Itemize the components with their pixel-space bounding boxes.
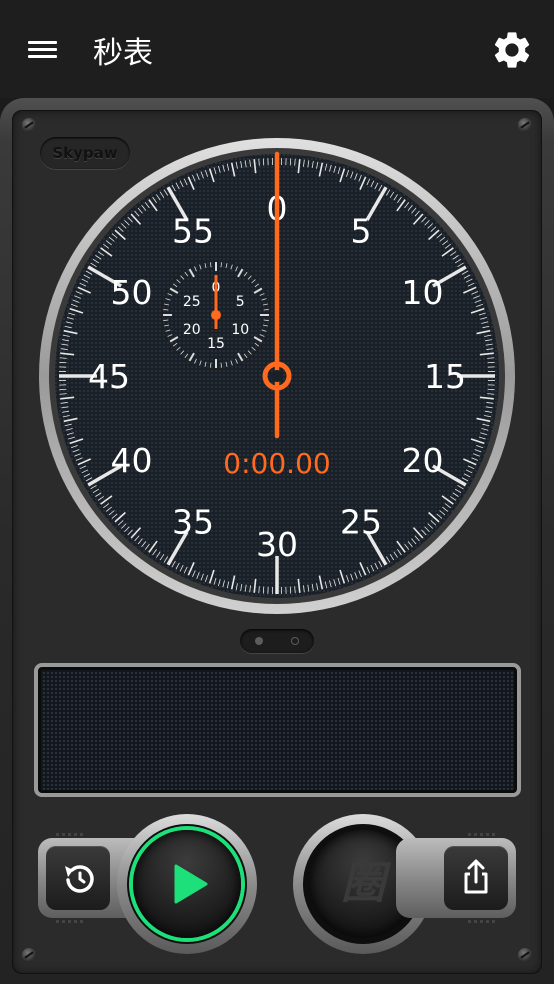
subdial-tick <box>220 262 222 268</box>
elapsed-time-display: 0:00.00 <box>223 447 330 480</box>
grip-marks <box>468 920 498 923</box>
subdial-tick <box>210 362 212 368</box>
stopwatch-dial: 0510152025303540455055 0510152025 0:00.0… <box>39 138 515 614</box>
subdial-tick <box>220 362 222 368</box>
start-button-housing <box>117 814 257 954</box>
gear-icon <box>494 32 530 68</box>
dial-number: 15 <box>424 357 466 396</box>
page-indicator[interactable] <box>240 629 314 653</box>
screw-icon <box>22 118 36 132</box>
dial-number: 25 <box>340 502 382 541</box>
dial-number: 30 <box>256 525 298 564</box>
grip-marks <box>56 833 86 836</box>
dial-number: 40 <box>111 441 153 480</box>
subdial-tick <box>210 262 212 268</box>
dial-number: 20 <box>401 441 443 480</box>
share-button[interactable] <box>444 846 508 910</box>
settings-button[interactable] <box>490 28 534 72</box>
start-button-ring <box>127 824 247 944</box>
subdial-tick <box>163 319 169 321</box>
screw-icon <box>22 948 36 962</box>
subdial-number: 10 <box>231 322 249 338</box>
dial-number: 5 <box>351 212 372 251</box>
subdial-tick <box>163 309 169 311</box>
menu-button[interactable] <box>22 30 62 70</box>
subdial-number: 25 <box>183 294 201 310</box>
grip-marks <box>56 920 86 923</box>
lap-list <box>34 663 521 797</box>
dial-number: 10 <box>401 273 443 312</box>
dial-number: 35 <box>172 502 214 541</box>
screw-icon <box>518 948 532 962</box>
subdial-number: 5 <box>236 294 245 310</box>
page-title: 秒表 <box>93 36 153 71</box>
share-icon <box>464 859 488 894</box>
hamburger-menu-icon <box>28 41 57 44</box>
subdial-tick <box>263 309 269 311</box>
reset-button[interactable] <box>46 846 110 910</box>
hamburger-menu-icon-bar <box>28 48 57 51</box>
share-button-housing <box>396 828 516 928</box>
dial-number: 45 <box>88 357 130 396</box>
page-dot[interactable] <box>291 637 299 645</box>
dial-number: 55 <box>172 212 214 251</box>
grip-marks <box>468 833 498 836</box>
screw-icon <box>518 118 532 132</box>
reset-icon <box>65 865 94 893</box>
app-bar: 秒表 <box>0 0 554 98</box>
start-button[interactable] <box>133 830 241 938</box>
play-icon <box>174 864 208 904</box>
page-dot-active[interactable] <box>255 637 263 645</box>
subdial-number: 15 <box>207 336 225 352</box>
subdial-number: 20 <box>183 322 201 338</box>
dial-number: 50 <box>111 273 153 312</box>
subdial-tick <box>263 319 269 321</box>
hamburger-menu-icon-bar <box>28 55 57 58</box>
